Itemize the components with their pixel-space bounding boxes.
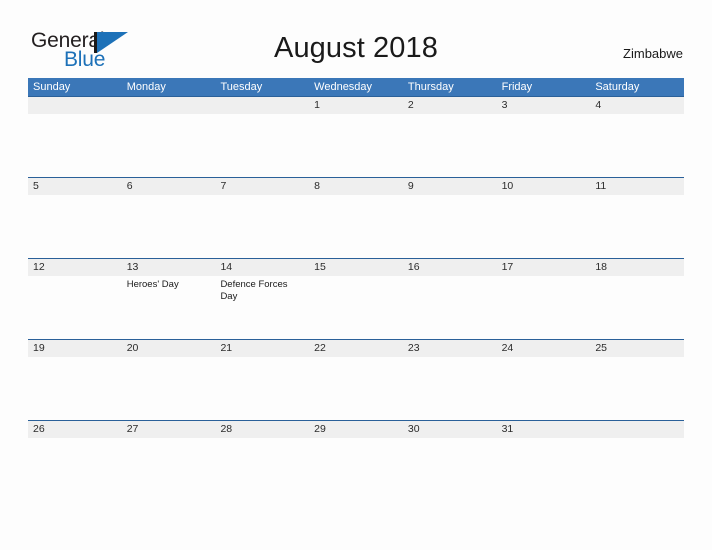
day-event — [309, 195, 403, 258]
day-number[interactable]: 13 — [122, 259, 216, 276]
calendar-table: Sunday Monday Tuesday Wednesday Thursday… — [28, 78, 684, 438]
day-event — [403, 276, 497, 339]
calendar-week-row: 26 27 28 29 30 31 — [28, 420, 684, 438]
day-event — [590, 195, 684, 258]
day-event — [403, 114, 497, 177]
day-event — [590, 114, 684, 177]
day-number[interactable]: 5 — [28, 178, 122, 195]
day-number[interactable]: 19 — [28, 340, 122, 357]
day-event — [28, 276, 122, 339]
day-event — [122, 114, 216, 177]
day-number[interactable]: 17 — [497, 259, 591, 276]
day-event — [309, 114, 403, 177]
week-event-band — [28, 195, 684, 258]
day-number[interactable]: 12 — [28, 259, 122, 276]
day-number[interactable]: 14 — [215, 259, 309, 276]
day-event — [590, 357, 684, 420]
day-number[interactable]: 1 — [309, 97, 403, 114]
day-number[interactable]: 6 — [122, 178, 216, 195]
weekday-header-wednesday: Wednesday — [314, 81, 373, 93]
calendar-week-row: 19 20 21 22 23 24 25 — [28, 339, 684, 420]
day-event — [497, 276, 591, 339]
day-number[interactable]: 8 — [309, 178, 403, 195]
day-number[interactable]: 24 — [497, 340, 591, 357]
day-event — [122, 195, 216, 258]
week-number-band: 1 2 3 4 — [28, 97, 684, 114]
day-number[interactable]: 26 — [28, 421, 122, 438]
day-number[interactable]: 30 — [403, 421, 497, 438]
day-number[interactable]: 7 — [215, 178, 309, 195]
day-event — [122, 357, 216, 420]
day-number[interactable]: 22 — [309, 340, 403, 357]
week-number-band: 26 27 28 29 30 31 — [28, 421, 684, 438]
day-number[interactable]: 10 — [497, 178, 591, 195]
weekday-header-sunday: Sunday — [33, 81, 71, 93]
week-number-band: 19 20 21 22 23 24 25 — [28, 340, 684, 357]
day-number[interactable]: 3 — [497, 97, 591, 114]
day-event: Heroes' Day — [126, 279, 179, 290]
day-event — [497, 114, 591, 177]
day-event — [309, 357, 403, 420]
weekday-header-tuesday: Tuesday — [220, 81, 263, 93]
day-number[interactable]: 15 — [309, 259, 403, 276]
weekday-header-friday: Friday — [501, 81, 533, 93]
calendar-week-row: 5 6 7 8 9 10 11 — [28, 177, 684, 258]
day-event — [215, 114, 309, 177]
day-event — [497, 357, 591, 420]
day-number[interactable]: 18 — [590, 259, 684, 276]
day-number[interactable]: 23 — [403, 340, 497, 357]
day-number[interactable] — [590, 421, 684, 438]
day-number[interactable]: 28 — [215, 421, 309, 438]
day-number[interactable]: 11 — [590, 178, 684, 195]
page-header: General Blue August 2018 Zimbabwe — [0, 0, 712, 76]
calendar-page: General Blue August 2018 Zimbabwe Sunday… — [0, 0, 712, 550]
country-label: Zimbabwe — [623, 46, 683, 61]
weekday-header-monday: Monday — [126, 81, 166, 93]
calendar-week-row: 12 13 14 15 16 17 18 Heroes' Day Defence… — [28, 258, 684, 339]
day-event: Defence Forces Day — [220, 279, 288, 302]
day-event — [28, 114, 122, 177]
day-number[interactable]: 21 — [215, 340, 309, 357]
day-event — [403, 357, 497, 420]
day-number[interactable]: 2 — [403, 97, 497, 114]
day-event — [28, 357, 122, 420]
weekday-header-thursday: Thursday — [407, 81, 454, 93]
day-number[interactable]: 9 — [403, 178, 497, 195]
week-event-band: Heroes' Day Defence Forces Day — [28, 276, 684, 339]
day-number[interactable] — [28, 97, 122, 114]
day-event — [403, 195, 497, 258]
day-event — [28, 195, 122, 258]
week-number-band: 5 6 7 8 9 10 11 — [28, 178, 684, 195]
day-number[interactable]: 16 — [403, 259, 497, 276]
week-event-band — [28, 114, 684, 177]
page-title: August 2018 — [274, 32, 438, 64]
day-number[interactable]: 20 — [122, 340, 216, 357]
day-event — [309, 276, 403, 339]
day-number[interactable] — [122, 97, 216, 114]
day-number[interactable]: 4 — [590, 97, 684, 114]
weekday-header-saturday: Saturday — [595, 81, 640, 93]
day-number[interactable]: 29 — [309, 421, 403, 438]
week-number-band: 12 13 14 15 16 17 18 — [28, 259, 684, 276]
calendar-week-row: 1 2 3 4 — [28, 96, 684, 177]
day-number[interactable]: 31 — [497, 421, 591, 438]
week-event-band — [28, 357, 684, 420]
day-event — [215, 195, 309, 258]
weekday-header-row: Sunday Monday Tuesday Wednesday Thursday… — [28, 78, 684, 96]
day-event — [590, 276, 684, 339]
day-number[interactable]: 25 — [590, 340, 684, 357]
day-number[interactable]: 27 — [122, 421, 216, 438]
day-number[interactable] — [215, 97, 309, 114]
day-event — [497, 195, 591, 258]
day-event — [215, 357, 309, 420]
